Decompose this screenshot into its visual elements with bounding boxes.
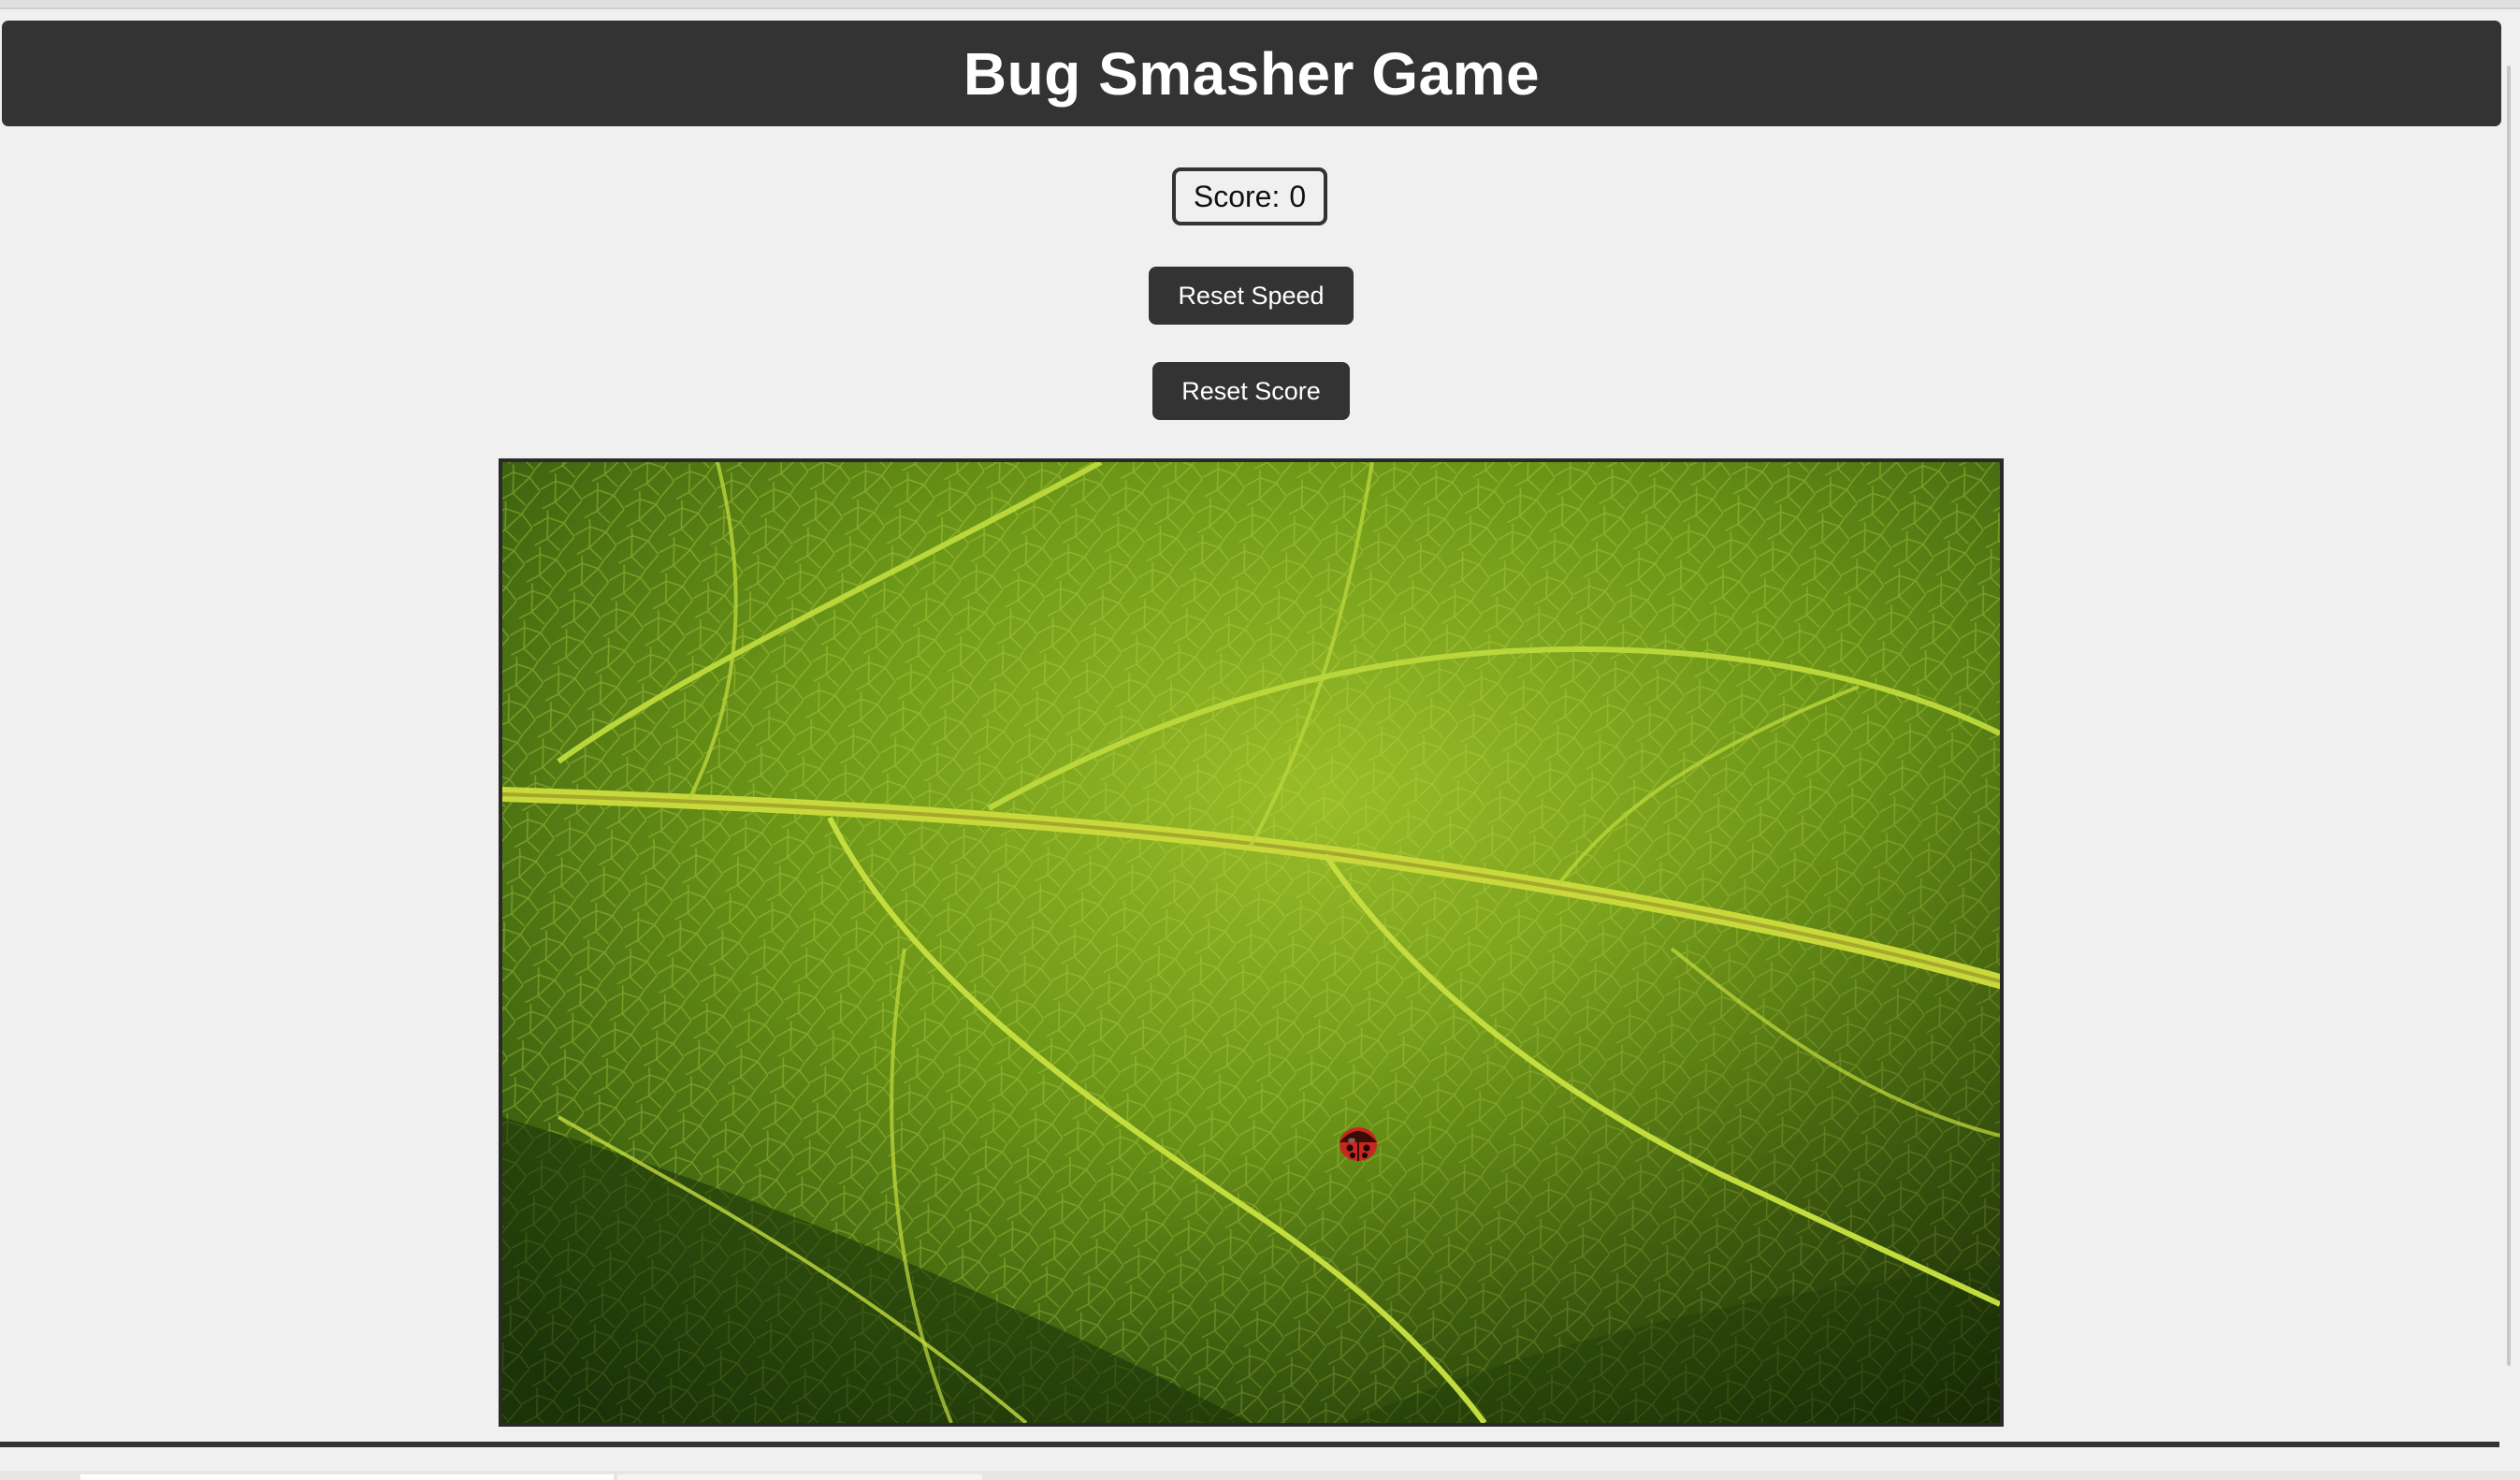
reset-speed-button[interactable]: Reset Speed <box>1149 267 1354 325</box>
game-page: Bug Smasher Game Score: 0 Reset Speed Re… <box>0 0 2520 1480</box>
scrollbar[interactable] <box>2507 65 2511 1366</box>
reset-score-button[interactable]: Reset Score <box>1152 362 1350 420</box>
leaf-background <box>502 462 2000 1423</box>
bottom-divider <box>0 1442 2499 1447</box>
ladybug-icon[interactable] <box>1340 1127 1377 1161</box>
browser-top-edge <box>0 0 2520 9</box>
page-title: Bug Smasher Game <box>963 39 1541 108</box>
page-header: Bug Smasher Game <box>2 21 2501 126</box>
bottom-strip <box>0 1471 2520 1480</box>
game-area[interactable] <box>499 458 2004 1427</box>
score-value: 0 <box>1289 179 1307 213</box>
score-display: Score: 0 <box>1172 167 1327 225</box>
score-label: Score: <box>1193 179 1281 213</box>
